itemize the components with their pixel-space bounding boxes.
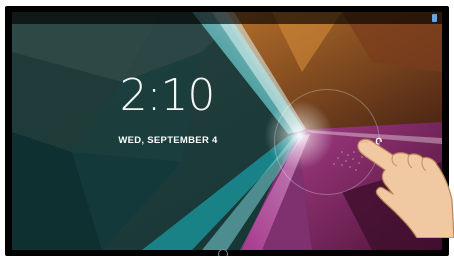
lockscreen-date: WED, SEPTEMBER 4	[118, 135, 218, 146]
unlock-handle[interactable]	[264, 100, 334, 170]
home-circle-icon[interactable]	[218, 249, 228, 256]
status-bar	[12, 12, 442, 24]
battery-icon	[432, 14, 437, 22]
lockscreen-clock: 2:10	[119, 70, 216, 121]
pointing-hand-icon	[357, 138, 454, 238]
